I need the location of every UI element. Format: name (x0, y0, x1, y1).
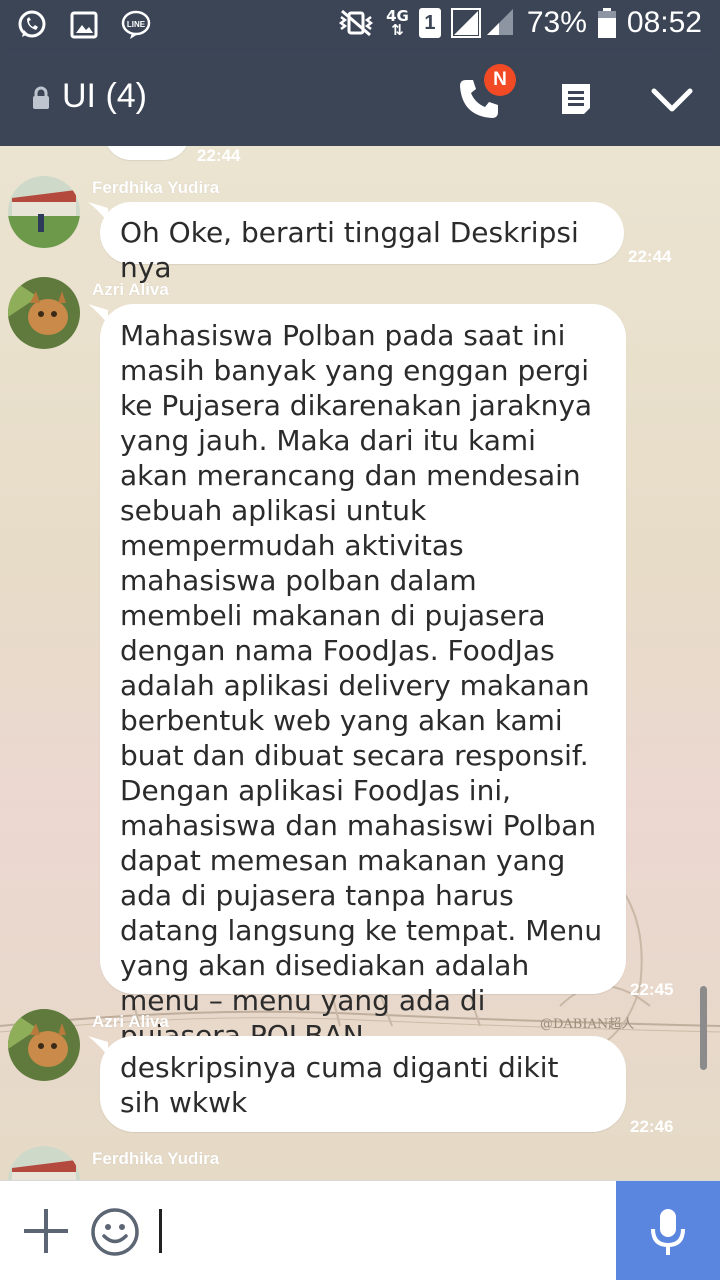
emoji-icon[interactable] (90, 1207, 140, 1257)
signal-icon (450, 8, 513, 38)
sender-name: Azri Aliva (92, 280, 169, 299)
gallery-icon (70, 11, 98, 39)
text-caret (159, 1209, 162, 1253)
sim-indicator: 1 (418, 8, 441, 38)
battery-percent: 73% (526, 6, 587, 39)
avatar-ferdhika[interactable] (8, 176, 80, 248)
chat-title[interactable]: UI (4) (62, 77, 147, 116)
line-icon: LINE (121, 10, 151, 39)
status-bar: LINE 4G ⇅ 1 73% 08:52 (0, 0, 720, 50)
notes-icon[interactable] (560, 82, 592, 116)
avatar-azri[interactable] (8, 1009, 80, 1081)
battery-icon (597, 8, 616, 38)
chat-area[interactable]: @DABIAN超人 22:44 Ferdhika Yudira Oh Oke, … (0, 146, 720, 1180)
message-bubble[interactable]: Oh Oke, berarti tinggal Deskripsi nya (100, 202, 624, 284)
avatar-image (8, 176, 80, 248)
chevron-down-icon[interactable] (650, 86, 694, 114)
scrollbar[interactable] (700, 986, 707, 1070)
message-text: Mahasiswa Polban pada saat ini masih ban… (120, 319, 603, 1052)
message-time: 22:46 (630, 1117, 674, 1136)
network-type: 4G ⇅ (386, 7, 409, 39)
message-input[interactable] (156, 1201, 606, 1261)
message-time: 22:44 (628, 247, 672, 266)
sender-name: Ferdhika Yudira (92, 1149, 220, 1168)
plus-icon[interactable] (22, 1207, 70, 1255)
whatsapp-icon (18, 10, 46, 38)
clock: 08:52 (626, 6, 702, 39)
notification-badge: N (484, 64, 516, 96)
chat-header: UI (4) N (0, 50, 720, 146)
sender-name: Ferdhika Yudira (92, 178, 220, 197)
message-time: 22:44 (197, 146, 241, 165)
mute-vibrate-icon (339, 9, 374, 37)
message-input-bar (0, 1180, 720, 1280)
message-bubble[interactable]: deskripsinya cuma diganti dikit sih wkwk (100, 1036, 626, 1132)
sender-name: Azri Aliva (92, 1012, 169, 1031)
message-text: deskripsinya cuma diganti dikit sih wkwk (120, 1051, 559, 1119)
avatar-image (8, 277, 80, 349)
message-bubble[interactable]: Mahasiswa Polban pada saat ini masih ban… (100, 304, 626, 1052)
watermark: @DABIAN超人 (540, 1017, 634, 1032)
svg-text:LINE: LINE (127, 20, 146, 29)
voice-button[interactable] (616, 1181, 720, 1280)
avatar-image (8, 1009, 80, 1081)
lock-icon (33, 86, 49, 109)
message-time: 22:45 (630, 980, 674, 999)
avatar-azri[interactable] (8, 277, 80, 349)
microphone-icon (651, 1209, 685, 1255)
